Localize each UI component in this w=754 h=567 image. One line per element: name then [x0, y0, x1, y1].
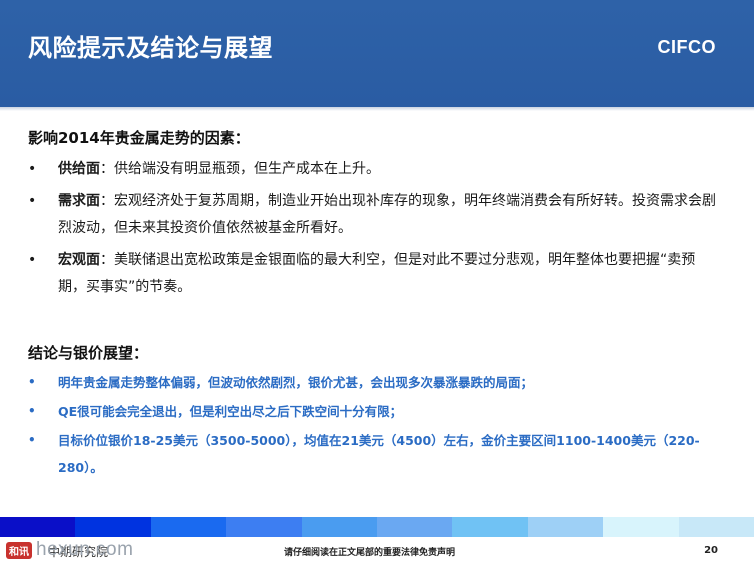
- factor-term: 供给面: [58, 161, 100, 177]
- bullet-icon: •: [28, 404, 36, 418]
- bullet-icon: •: [28, 375, 36, 389]
- footer-band-segment: [452, 517, 528, 537]
- factor-item-supply: • 供给面：供给端没有明显瓶颈，但生产成本在上升。: [28, 156, 718, 183]
- factors-heading: 影响2014年贵金属走势的因素：: [28, 129, 250, 147]
- factor-text: ：宏观经济处于复苏周期，制造业开始出现补库存的现象，明年终端消费会有所好转。投资…: [58, 193, 716, 236]
- slide-title: 风险提示及结论与展望: [28, 34, 273, 62]
- outlook-item: • QE很可能会完全退出，但是利空出尽之后下跌空间十分有限；: [28, 398, 718, 425]
- factors-list: • 供给面：供给端没有明显瓶颈，但生产成本在上升。 • 需求面：宏观经济处于复苏…: [28, 156, 718, 306]
- outlook-text: QE很可能会完全退出，但是利空出尽之后下跌空间十分有限；: [58, 404, 403, 419]
- outlook-list: • 明年贵金属走势整体偏弱，但波动依然剧烈，银价尤甚，会出现多次暴涨暴跌的局面；…: [28, 369, 718, 483]
- footer-band-segment: [527, 517, 604, 537]
- brand-logo-text: CIFCO: [657, 37, 716, 57]
- factor-term: 需求面: [58, 193, 100, 209]
- bullet-icon: •: [28, 193, 37, 209]
- footer-band-segment: [150, 517, 227, 537]
- outlook-item: • 目标价位银价18-25美元（3500-5000），均值在21美元（4500）…: [28, 427, 718, 481]
- slide-header: 风险提示及结论与展望 CIFCO: [0, 0, 754, 107]
- footer-band-segment: [678, 517, 754, 537]
- footer-band-segment: [603, 517, 679, 537]
- footer-disclaimer: 请仔细阅读在正文尾部的重要法律免责声明: [284, 548, 456, 558]
- factor-item-macro: • 宏观面：美联储退出宽松政策是金银面临的最大利空，但是对此不要过分悲观，明年整…: [28, 247, 718, 301]
- watermark: 和讯 hexun.com: [6, 539, 133, 561]
- factor-term: 宏观面: [58, 252, 100, 268]
- footer-band-segment: [226, 517, 302, 537]
- factor-text: ：供给端没有明显瓶颈，但生产成本在上升。: [100, 161, 380, 177]
- header-shadow: [0, 107, 754, 111]
- footer-band-segment: [301, 517, 378, 537]
- footer-band-segment: [377, 517, 453, 537]
- factor-text: ：美联储退出宽松政策是金银面临的最大利空，但是对此不要过分悲观，明年整体也要把握…: [58, 252, 696, 295]
- watermark-badge: 和讯: [6, 541, 32, 559]
- outlook-item: • 明年贵金属走势整体偏弱，但波动依然剧烈，银价尤甚，会出现多次暴涨暴跌的局面；: [28, 369, 718, 396]
- watermark-text: hexun.com: [36, 539, 134, 560]
- footer-color-band: [0, 517, 754, 537]
- page-number: 20: [704, 545, 718, 556]
- factor-item-demand: • 需求面：宏观经济处于复苏周期，制造业开始出现补库存的现象，明年终端消费会有所…: [28, 188, 718, 242]
- outlook-text: 目标价位银价18-25美元（3500-5000），均值在21美元（4500）左右…: [58, 433, 700, 475]
- bullet-icon: •: [28, 252, 37, 268]
- outlook-text: 明年贵金属走势整体偏弱，但波动依然剧烈，银价尤甚，会出现多次暴涨暴跌的局面；: [58, 375, 534, 390]
- bullet-icon: •: [28, 433, 36, 447]
- footer-band-segment: [0, 517, 76, 537]
- bullet-icon: •: [28, 161, 37, 177]
- outlook-heading: 结论与银价展望：: [28, 344, 149, 362]
- footer-band-segment: [75, 517, 151, 537]
